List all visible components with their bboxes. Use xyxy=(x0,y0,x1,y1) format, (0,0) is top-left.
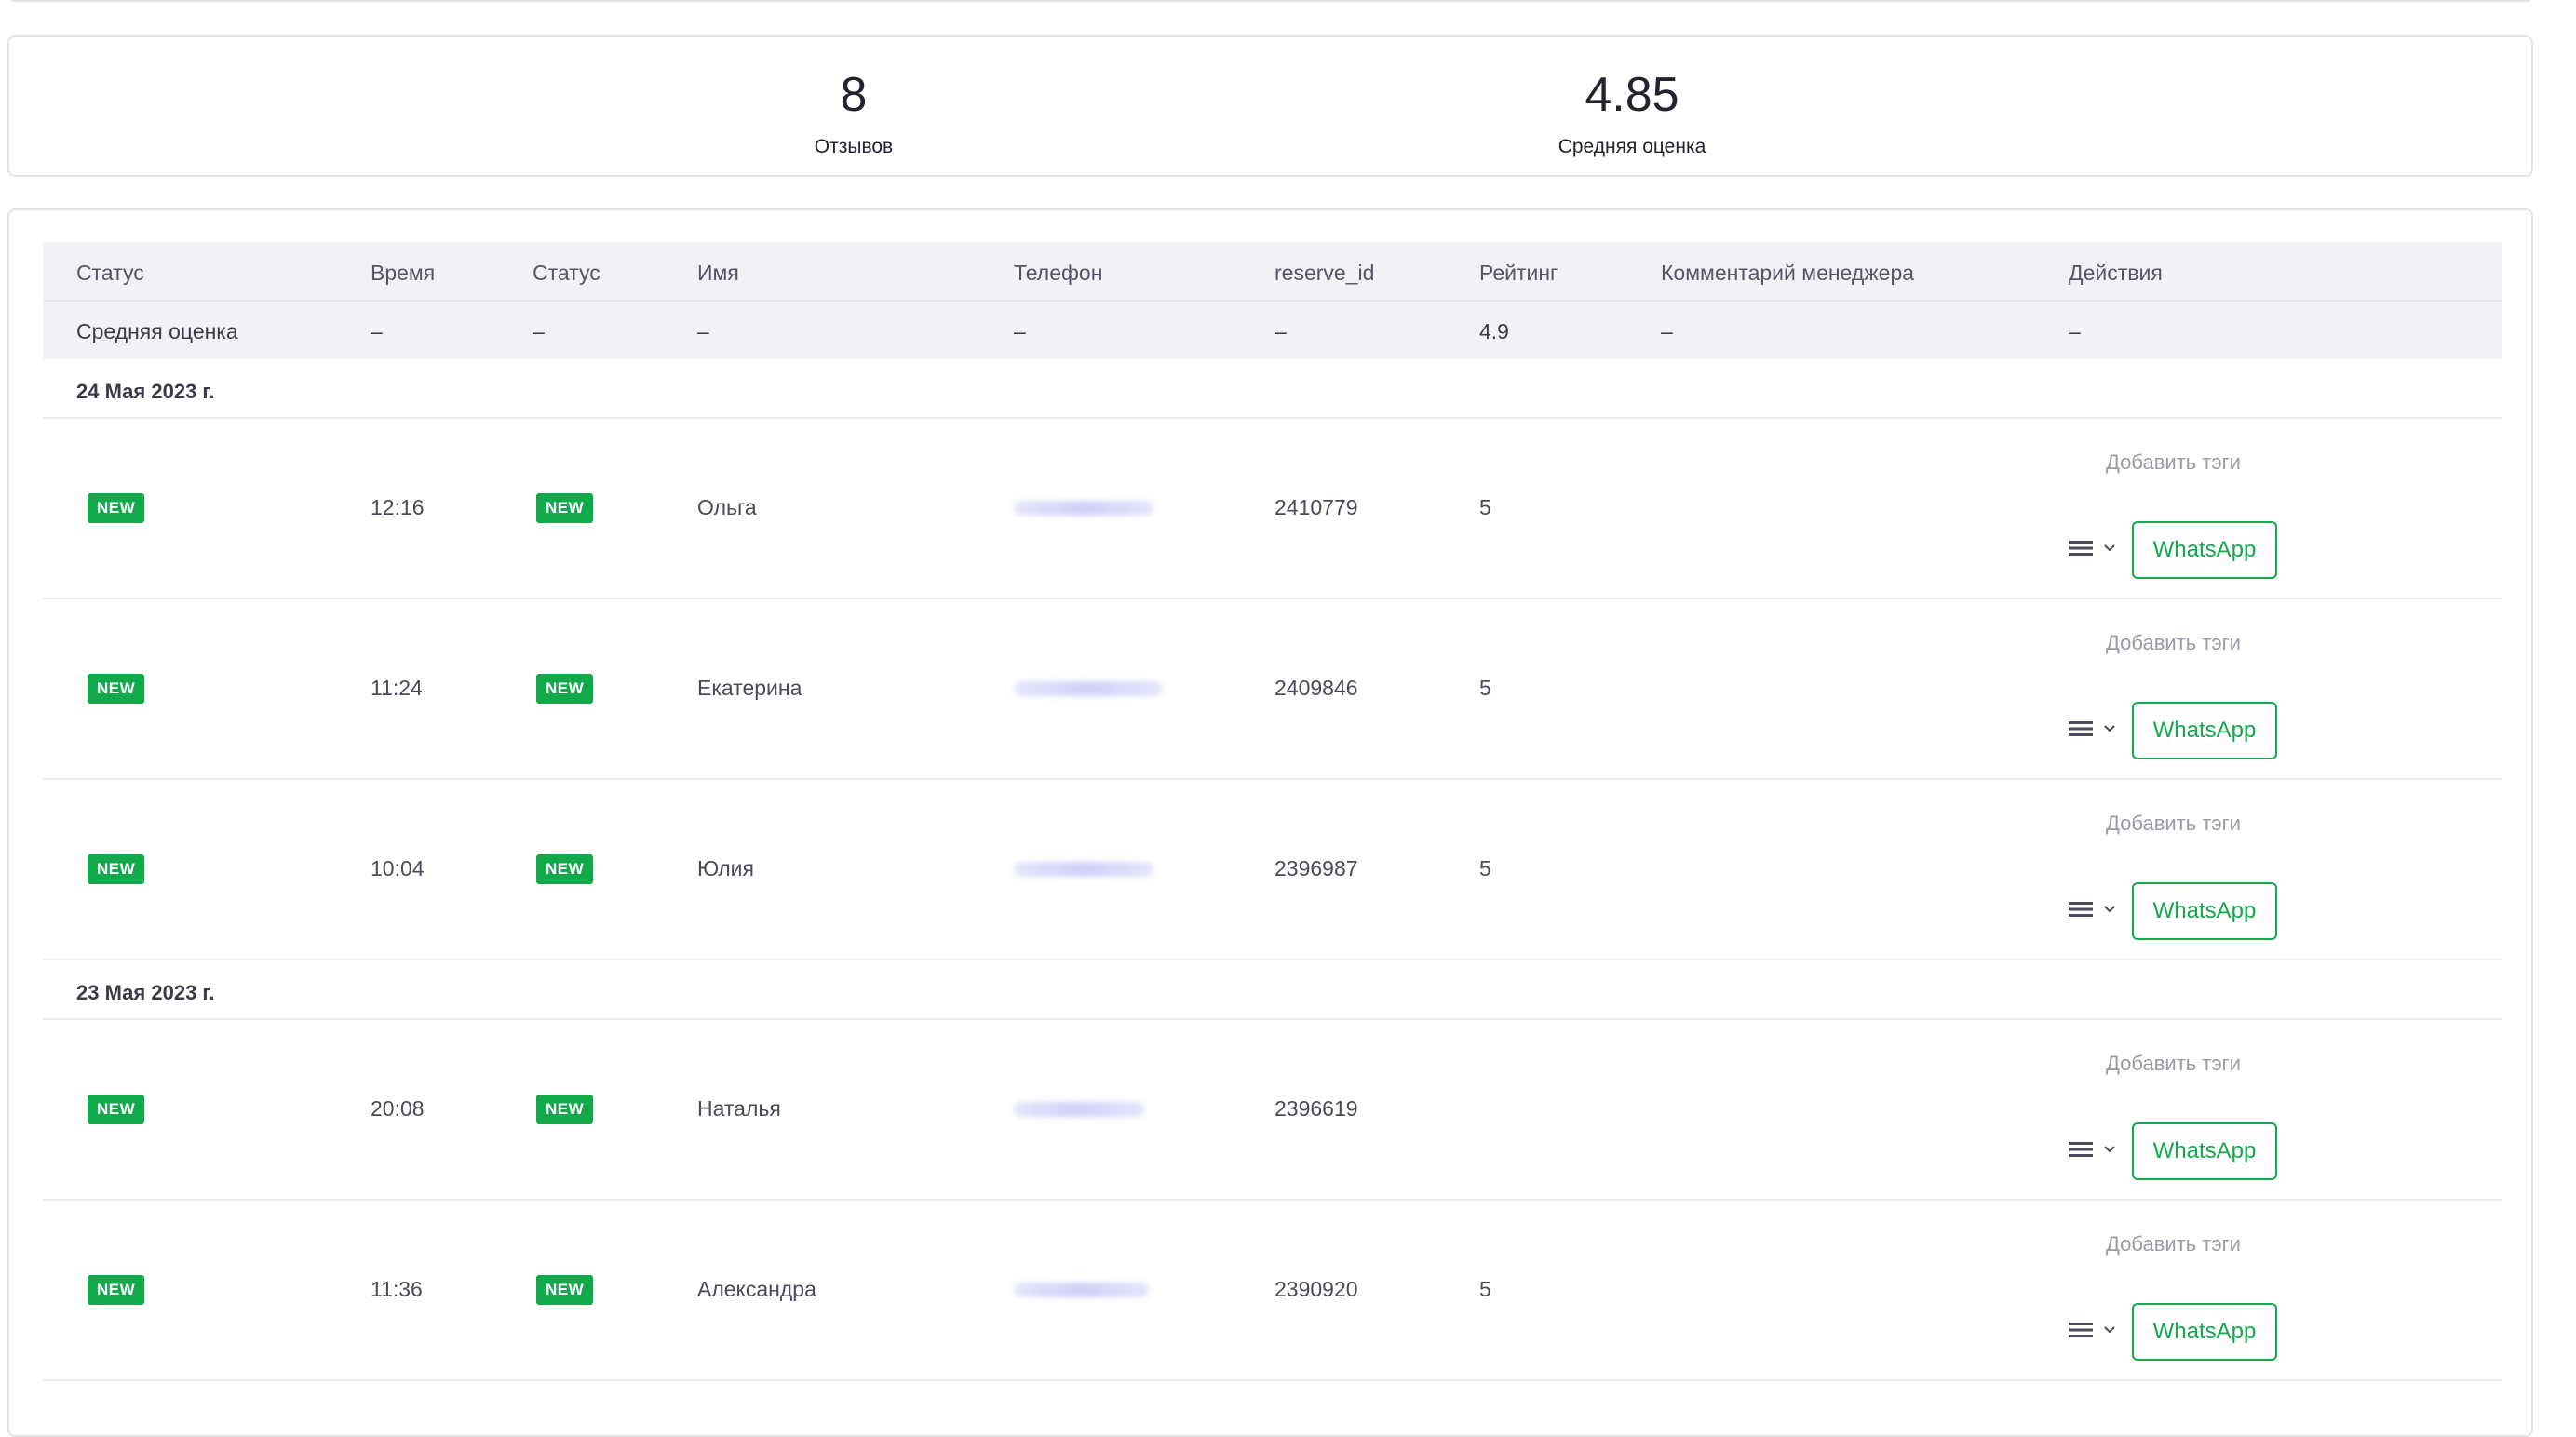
row-phone-blurred[interactable] xyxy=(1014,681,1163,696)
status-badge: NEW xyxy=(88,493,145,523)
chevron-down-icon xyxy=(2104,1146,2115,1153)
row-rating: 5 xyxy=(1479,856,1491,880)
status-badge-2: NEW xyxy=(536,493,594,523)
table-row: NEW 11:24 NEW Екатерина 2409846 5 Добави… xyxy=(43,599,2502,780)
table-row: NEW 12:16 NEW Ольга 2410779 5 Добавить т… xyxy=(43,419,2502,599)
header-status[interactable]: Статус xyxy=(76,261,144,286)
row-menu-dropdown[interactable] xyxy=(2069,899,2121,921)
average-rating: 4.9 xyxy=(1479,319,1509,343)
average-comment: – xyxy=(1661,319,1673,343)
avg-rating-stat: 4.85 Средняя оценка xyxy=(1483,71,1781,158)
header-comment[interactable]: Комментарий менеджера xyxy=(1661,261,1914,286)
average-time: – xyxy=(371,319,383,343)
status-badge-2: NEW xyxy=(536,674,594,704)
add-tags-link[interactable]: Добавить тэги xyxy=(2106,812,2241,836)
header-rating[interactable]: Рейтинг xyxy=(1479,261,1558,286)
row-name: Александра xyxy=(697,1277,816,1301)
chevron-down-icon xyxy=(2104,725,2115,732)
row-phone-blurred[interactable] xyxy=(1014,862,1153,877)
hamburger-icon xyxy=(2069,902,2093,917)
row-rating: 5 xyxy=(1479,495,1491,519)
row-reserve-id: 2410779 xyxy=(1275,495,1358,519)
reviews-table-panel: Статус Время Статус Имя Телефон reserve_… xyxy=(7,208,2533,1437)
row-menu-dropdown[interactable] xyxy=(2069,1320,2121,1342)
row-rating: 5 xyxy=(1479,676,1491,700)
hamburger-icon xyxy=(2069,541,2093,556)
row-time: 10:04 xyxy=(371,856,425,880)
chevron-down-icon xyxy=(2104,1326,2115,1334)
header-name[interactable]: Имя xyxy=(697,261,739,286)
table-row: NEW 10:04 NEW Юлия 2396987 5 Добавить тэ… xyxy=(43,780,2502,960)
header-time[interactable]: Время xyxy=(371,261,435,286)
average-phone: – xyxy=(1014,319,1026,343)
stats-panel: 8 Отзывов 4.85 Средняя оценка xyxy=(7,35,2533,177)
add-tags-link[interactable]: Добавить тэги xyxy=(2106,450,2241,475)
row-time: 11:24 xyxy=(371,676,423,700)
row-phone-blurred[interactable] xyxy=(1014,1283,1149,1297)
status-badge-2: NEW xyxy=(536,854,594,884)
table-header: Статус Время Статус Имя Телефон reserve_… xyxy=(43,242,2502,302)
row-name: Наталья xyxy=(697,1096,781,1121)
status-badge: NEW xyxy=(88,854,145,884)
header-actions: Действия xyxy=(2069,261,2163,285)
reviews-label: Отзывов xyxy=(814,136,894,157)
row-reserve-id: 2396987 xyxy=(1275,856,1358,880)
header-status-2[interactable]: Статус xyxy=(533,261,600,286)
top-panel-edge xyxy=(9,0,2532,2)
hamburger-icon xyxy=(2069,1323,2093,1337)
row-phone-blurred[interactable] xyxy=(1014,1102,1144,1117)
average-actions: – xyxy=(2069,319,2081,343)
avg-rating-label: Средняя оценка xyxy=(1558,136,1706,157)
date-group-header: 23 Мая 2023 г. xyxy=(43,960,2502,1020)
whatsapp-button[interactable]: WhatsApp xyxy=(2132,521,2277,579)
date-group-header: 24 Мая 2023 г. xyxy=(43,359,2502,419)
row-reserve-id: 2390920 xyxy=(1275,1277,1358,1301)
whatsapp-button[interactable]: WhatsApp xyxy=(2132,1122,2277,1180)
average-reserve-id: – xyxy=(1275,319,1287,343)
date-label: 24 Мая 2023 г. xyxy=(76,380,215,403)
row-time: 20:08 xyxy=(371,1096,425,1121)
reviews-table: Статус Время Статус Имя Телефон reserve_… xyxy=(43,242,2502,1381)
add-tags-link[interactable]: Добавить тэги xyxy=(2106,1052,2241,1076)
reviews-count: 8 xyxy=(840,68,868,122)
add-tags-link[interactable]: Добавить тэги xyxy=(2106,1232,2241,1256)
hamburger-icon xyxy=(2069,1142,2093,1157)
average-name: – xyxy=(697,319,709,343)
date-label: 23 Мая 2023 г. xyxy=(76,981,215,1004)
status-badge-2: NEW xyxy=(536,1275,594,1305)
whatsapp-button[interactable]: WhatsApp xyxy=(2132,882,2277,940)
header-phone[interactable]: Телефон xyxy=(1014,261,1102,286)
table-row: NEW 11:36 NEW Александра 2390920 5 Добав… xyxy=(43,1201,2502,1381)
chevron-down-icon xyxy=(2104,544,2115,552)
status-badge: NEW xyxy=(88,1095,145,1124)
status-badge: NEW xyxy=(88,674,145,704)
whatsapp-button[interactable]: WhatsApp xyxy=(2132,702,2277,759)
avg-rating-value: 4.85 xyxy=(1585,68,1679,122)
row-reserve-id: 2396619 xyxy=(1275,1096,1358,1121)
row-menu-dropdown[interactable] xyxy=(2069,718,2121,741)
table-row: NEW 20:08 NEW Наталья 2396619 Добавить т… xyxy=(43,1020,2502,1201)
chevron-down-icon xyxy=(2104,906,2115,913)
row-time: 11:36 xyxy=(371,1277,423,1301)
average-row: Средняя оценка – – – – – 4.9 – – xyxy=(43,302,2502,359)
row-time: 12:16 xyxy=(371,495,425,519)
hamburger-icon xyxy=(2069,721,2093,736)
reviews-stat: 8 Отзывов xyxy=(705,71,1003,158)
add-tags-link[interactable]: Добавить тэги xyxy=(2106,631,2241,655)
row-phone-blurred[interactable] xyxy=(1014,501,1153,516)
row-name: Екатерина xyxy=(697,676,802,700)
row-name: Ольга xyxy=(697,495,757,519)
row-menu-dropdown[interactable] xyxy=(2069,1139,2121,1162)
average-row-label: Средняя оценка xyxy=(76,319,238,343)
status-badge: NEW xyxy=(88,1275,145,1305)
average-status: – xyxy=(533,319,545,343)
row-menu-dropdown[interactable] xyxy=(2069,538,2121,560)
row-rating: 5 xyxy=(1479,1277,1491,1301)
whatsapp-button[interactable]: WhatsApp xyxy=(2132,1303,2277,1361)
status-badge-2: NEW xyxy=(536,1095,594,1124)
header-reserve-id[interactable]: reserve_id xyxy=(1275,261,1374,286)
row-name: Юлия xyxy=(697,856,754,880)
row-reserve-id: 2409846 xyxy=(1275,676,1358,700)
